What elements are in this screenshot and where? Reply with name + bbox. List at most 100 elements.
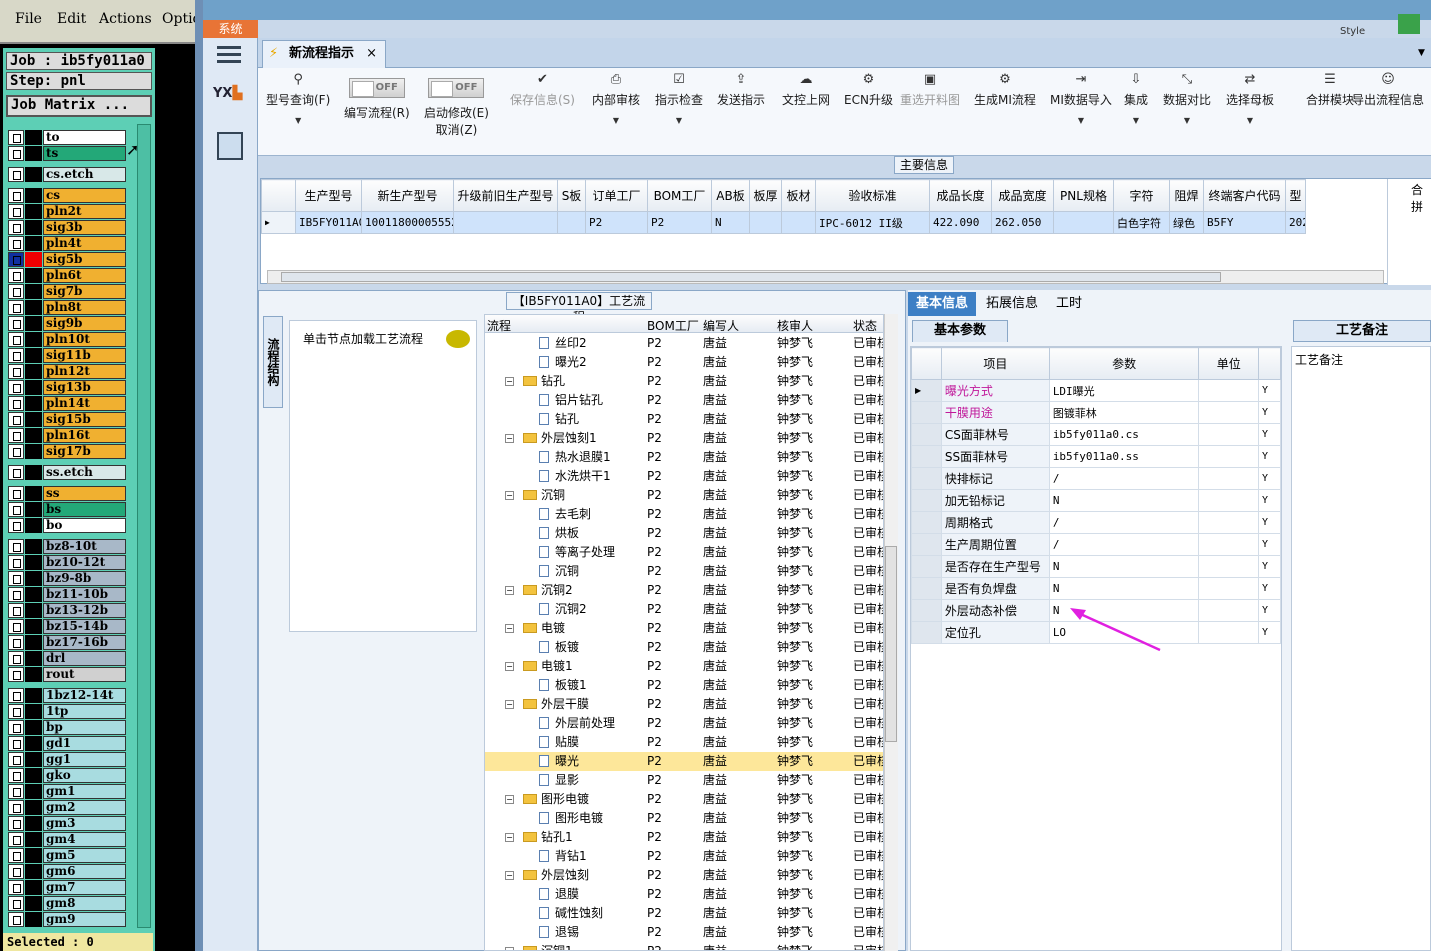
layer-checkbox[interactable] bbox=[8, 603, 24, 618]
layer-checkbox[interactable] bbox=[8, 720, 24, 735]
grid-col-header[interactable]: 生产型号 bbox=[295, 179, 362, 212]
layer-name[interactable]: ss bbox=[43, 486, 126, 501]
layer-checkbox[interactable] bbox=[8, 284, 24, 299]
system-button[interactable]: 系统 bbox=[203, 20, 258, 38]
tree-row[interactable]: 退膜 P2 唐益 钟梦飞 已审核 bbox=[485, 885, 883, 904]
tree-row[interactable]: − 电镀1 P2 唐益 钟梦飞 已审核 bbox=[485, 657, 883, 676]
tree-node[interactable]: 退膜 bbox=[539, 885, 579, 904]
layer-row[interactable]: pln6t bbox=[8, 268, 126, 283]
layer-row[interactable]: sig7b bbox=[8, 284, 126, 299]
layer-affected-icon[interactable] bbox=[25, 316, 42, 331]
param-unit[interactable] bbox=[1198, 489, 1260, 512]
job-matrix-button[interactable]: Job Matrix ... bbox=[6, 95, 152, 117]
tree-row[interactable]: − 沉铜1 P2 唐益 钟梦飞 已审核 bbox=[485, 942, 883, 950]
grid-cell[interactable] bbox=[1053, 211, 1114, 234]
layer-name[interactable]: bz15-14b bbox=[43, 619, 126, 634]
layer-name[interactable]: pln14t bbox=[43, 396, 126, 411]
layer-affected-icon[interactable] bbox=[25, 130, 42, 145]
param-value[interactable]: / bbox=[1048, 533, 1200, 556]
layer-name[interactable]: gko bbox=[43, 768, 126, 783]
layer-name[interactable]: sig9b bbox=[43, 316, 126, 331]
tree-row[interactable]: 外层前处理 P2 唐益 钟梦飞 已审核 bbox=[485, 714, 883, 733]
layer-affected-icon[interactable] bbox=[25, 720, 42, 735]
calculator-icon[interactable] bbox=[217, 132, 243, 160]
layer-row[interactable]: gko bbox=[8, 768, 126, 783]
layer-checkbox[interactable] bbox=[8, 204, 24, 219]
layer-checkbox[interactable] bbox=[8, 316, 24, 331]
collapse-icon[interactable]: − bbox=[505, 700, 514, 709]
layer-row[interactable]: gm9 bbox=[8, 912, 126, 927]
layer-affected-icon[interactable] bbox=[25, 704, 42, 719]
tree-row[interactable]: 图形电镀 P2 唐益 钟梦飞 已审核 bbox=[485, 809, 883, 828]
collapse-icon[interactable]: − bbox=[505, 586, 514, 595]
layer-checkbox[interactable] bbox=[8, 619, 24, 634]
grid-col-header[interactable]: 订单工厂 bbox=[585, 179, 648, 212]
param-row[interactable]: 是否存在生产型号 N Y bbox=[911, 555, 1281, 578]
tree-node[interactable]: 显影 bbox=[539, 771, 579, 790]
grid-cell[interactable]: 白色字符 bbox=[1113, 211, 1170, 234]
layer-checkbox[interactable] bbox=[8, 502, 24, 517]
layer-affected-icon[interactable] bbox=[25, 204, 42, 219]
layer-affected-icon[interactable] bbox=[25, 848, 42, 863]
tree-node[interactable]: 贴膜 bbox=[539, 733, 579, 752]
ribbon-ecn-button[interactable]: ⚙ ECN升级 bbox=[844, 72, 893, 108]
layer-affected-icon[interactable] bbox=[25, 880, 42, 895]
layer-name[interactable]: sig11b bbox=[43, 348, 126, 363]
layer-name[interactable]: 1bz12-14t bbox=[43, 688, 126, 703]
collapse-icon[interactable]: − bbox=[505, 947, 514, 950]
layer-affected-icon[interactable] bbox=[25, 752, 42, 767]
ribbon-image-button[interactable]: ▣ 重选开料图 bbox=[900, 72, 960, 108]
layer-scrollbar[interactable] bbox=[137, 124, 151, 928]
layer-affected-icon[interactable] bbox=[25, 428, 42, 443]
param-row[interactable]: ▶ 曝光方式 LDI曝光 Y bbox=[911, 379, 1281, 402]
tree-col-checker[interactable]: 核审人 bbox=[777, 317, 813, 334]
layer-name[interactable]: bs bbox=[43, 502, 126, 517]
ribbon-toggle-switch-button[interactable]: OFF 编写流程(R) bbox=[344, 72, 410, 121]
layer-name[interactable]: gm5 bbox=[43, 848, 126, 863]
menu-actions[interactable]: Actions bbox=[99, 11, 152, 27]
param-row[interactable]: 是否有负焊盘 N Y bbox=[911, 577, 1281, 600]
layer-row[interactable]: 1tp bbox=[8, 704, 126, 719]
layer-row[interactable]: bp bbox=[8, 720, 126, 735]
tree-row[interactable]: 铝片钻孔 P2 唐益 钟梦飞 已审核 bbox=[485, 391, 883, 410]
layer-row[interactable]: pln16t bbox=[8, 428, 126, 443]
tree-row[interactable]: − 电镀 P2 唐益 钟梦飞 已审核 bbox=[485, 619, 883, 638]
toggle-switch[interactable]: OFF bbox=[348, 78, 405, 98]
layer-affected-icon[interactable] bbox=[25, 816, 42, 831]
tree-row[interactable]: 热水退膜1 P2 唐益 钟梦飞 已审核 bbox=[485, 448, 883, 467]
param-row[interactable]: 生产周期位置 / Y bbox=[911, 533, 1281, 556]
layer-row[interactable]: bz8-10t bbox=[8, 539, 126, 554]
layer-name[interactable]: cs bbox=[43, 188, 126, 203]
collapse-icon[interactable]: − bbox=[505, 491, 514, 500]
ribbon-search-button[interactable]: ⚲ 型号查询(F) ▼ bbox=[266, 72, 330, 125]
tree-row[interactable]: 沉铜2 P2 唐益 钟梦飞 已审核 bbox=[485, 600, 883, 619]
layer-name[interactable]: gm7 bbox=[43, 880, 126, 895]
layer-checkbox[interactable] bbox=[8, 348, 24, 363]
layer-name[interactable]: pln16t bbox=[43, 428, 126, 443]
layer-name[interactable]: gm1 bbox=[43, 784, 126, 799]
dropdown-arrow-icon[interactable]: ▼ bbox=[1163, 116, 1211, 125]
param-value[interactable]: ib5fy011a0.cs bbox=[1048, 423, 1200, 446]
layer-checkbox[interactable] bbox=[8, 800, 24, 815]
layer-row[interactable]: cs.etch bbox=[8, 167, 126, 182]
layer-checkbox[interactable] bbox=[8, 364, 24, 379]
param-col-item[interactable]: 项目 bbox=[940, 347, 1050, 380]
param-unit[interactable] bbox=[1198, 445, 1260, 468]
tree-node[interactable]: 外层干膜 bbox=[523, 695, 589, 714]
dropdown-arrow-icon[interactable]: ▼ bbox=[592, 116, 640, 125]
close-icon[interactable]: × bbox=[366, 41, 377, 67]
layer-name[interactable]: gm3 bbox=[43, 816, 126, 831]
tree-node[interactable]: 图形电镀 bbox=[523, 790, 589, 809]
grid-cell[interactable]: 2022 bbox=[1285, 211, 1306, 234]
tree-scroll-thumb[interactable] bbox=[885, 546, 897, 742]
grid-hscroll-thumb[interactable] bbox=[281, 272, 1221, 282]
layer-checkbox[interactable] bbox=[8, 635, 24, 650]
layer-row[interactable]: gm5 bbox=[8, 848, 126, 863]
layer-affected-icon[interactable] bbox=[25, 784, 42, 799]
layer-row[interactable]: bz15-14b bbox=[8, 619, 126, 634]
layer-row[interactable]: bo bbox=[8, 518, 126, 533]
tree-row[interactable]: 板镀1 P2 唐益 钟梦飞 已审核 bbox=[485, 676, 883, 695]
layer-name[interactable]: sig15b bbox=[43, 412, 126, 427]
layer-row[interactable]: bz10-12t bbox=[8, 555, 126, 570]
param-value[interactable]: / bbox=[1048, 511, 1200, 534]
